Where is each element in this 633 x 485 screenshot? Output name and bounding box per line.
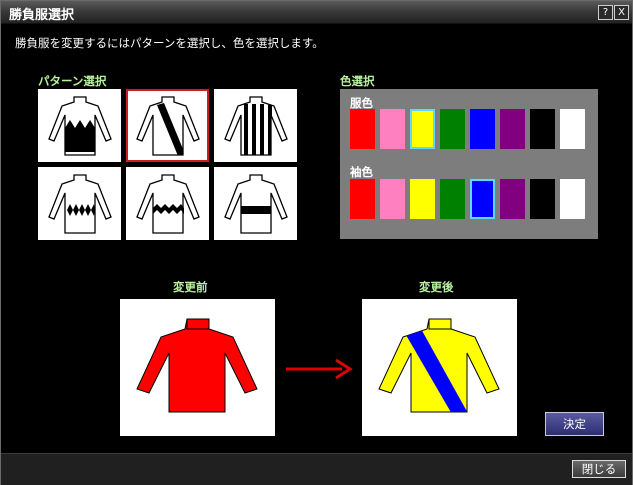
color-panel: 服色 袖色: [340, 89, 598, 239]
sleeve-color-swatch-4[interactable]: [470, 179, 495, 219]
body-color-swatch-7[interactable]: [560, 109, 585, 149]
before-preview: [120, 299, 275, 436]
body-color-swatch-6[interactable]: [530, 109, 555, 149]
body-color-swatch-3[interactable]: [440, 109, 465, 149]
title-bar: 勝負服選択 ? X: [1, 1, 632, 24]
body-color-swatch-2[interactable]: [410, 109, 435, 149]
bottom-bar: [1, 453, 632, 485]
pattern-tile-horizontal-band[interactable]: [214, 167, 297, 240]
jersey-zigzag-band-icon: [135, 173, 200, 234]
after-label: 変更後: [419, 280, 454, 294]
sleeve-color-swatch-2[interactable]: [410, 179, 435, 219]
before-label: 変更前: [173, 280, 208, 294]
pattern-tile-bottom-jagged[interactable]: [38, 89, 121, 162]
pattern-grid: [38, 89, 298, 240]
jersey-bottom-jagged-icon: [47, 95, 112, 156]
sleeve-color-swatch-0[interactable]: [350, 179, 375, 219]
color-section-title: 色選択: [340, 74, 375, 88]
pattern-tile-diagonal-sash[interactable]: [126, 89, 209, 162]
jersey-vertical-stripes-icon: [223, 95, 288, 156]
silks-select-dialog: 勝負服選択 ? X 勝負服を変更するにはパターンを選択し、色を選択します。 パタ…: [0, 0, 633, 485]
help-button[interactable]: ?: [598, 5, 613, 20]
close-x-button[interactable]: X: [614, 5, 629, 20]
sleeve-color-swatch-1[interactable]: [380, 179, 405, 219]
arrow-icon: [286, 358, 353, 380]
body-color-swatch-0[interactable]: [350, 109, 375, 149]
body-color-swatch-5[interactable]: [500, 109, 525, 149]
pattern-section-title: パターン選択: [38, 74, 107, 88]
sleeve-color-swatch-7[interactable]: [560, 179, 585, 219]
instruction-text: 勝負服を変更するにはパターンを選択し、色を選択します。: [15, 36, 324, 50]
sleeve-color-swatch-3[interactable]: [440, 179, 465, 219]
sleeve-color-swatch-5[interactable]: [500, 179, 525, 219]
jersey-diamonds-icon: [47, 173, 112, 234]
pattern-tile-zigzag-band[interactable]: [126, 167, 209, 240]
body-color-swatch-4[interactable]: [470, 109, 495, 149]
sleeve-color-swatch-6[interactable]: [530, 179, 555, 219]
jersey-after-icon: [378, 318, 500, 413]
window-title: 勝負服選択: [9, 8, 75, 23]
pattern-tile-diamonds[interactable]: [38, 167, 121, 240]
sleeve-color-label: 袖色: [350, 165, 373, 179]
pattern-tile-vertical-stripes[interactable]: [214, 89, 297, 162]
body-color-swatch-1[interactable]: [380, 109, 405, 149]
jersey-diagonal-sash-icon: [135, 95, 200, 156]
after-preview: [362, 299, 517, 436]
jersey-before-icon: [136, 318, 258, 413]
jersey-horizontal-band-icon: [223, 173, 288, 234]
close-button[interactable]: 閉じる: [572, 460, 626, 478]
ok-button[interactable]: 決定: [545, 412, 604, 436]
